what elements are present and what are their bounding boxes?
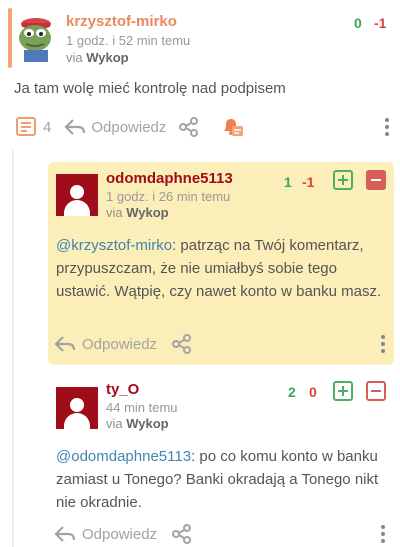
notification-bell-icon (220, 116, 244, 138)
reply-label: Odpowiedz (82, 525, 158, 543)
thread-line (12, 150, 14, 547)
comment-actions: 4 Odpowiedz (14, 116, 244, 138)
frog-avatar[interactable] (16, 14, 56, 62)
share-button[interactable] (171, 333, 193, 355)
reply-comment: odomdaphne5113 1 godz. i 26 min temu via… (48, 162, 394, 365)
reply-actions: Odpowiedz (54, 333, 193, 355)
more-dots-icon[interactable] (381, 525, 385, 546)
score-plus: 0 (354, 15, 362, 31)
reply-label: Odpowiedz (82, 335, 158, 353)
comment-text: Ja tam wolę mieć kontrolę nad podpisem (14, 80, 286, 97)
reply-actions: Odpowiedz (54, 523, 193, 545)
via-app[interactable]: Wykop (126, 416, 168, 431)
score-plus: 1 (284, 174, 292, 190)
user-avatar[interactable] (56, 174, 98, 216)
reply-author[interactable]: ty_O (106, 381, 139, 398)
share-icon (178, 116, 200, 138)
comments-count-button[interactable]: 4 (14, 116, 51, 138)
comments-count: 4 (43, 118, 52, 136)
upvote-button[interactable] (333, 381, 353, 401)
reply-author[interactable]: odomdaphne5113 (106, 170, 233, 187)
reply-arrow-icon (54, 335, 76, 353)
notification-button[interactable] (220, 116, 244, 138)
reply-via: via Wykop (106, 205, 169, 220)
downvote-button[interactable] (366, 381, 386, 401)
downvote-button[interactable] (366, 170, 386, 190)
user-avatar[interactable] (56, 387, 98, 429)
user-mention[interactable]: @odomdaphne5113 (56, 448, 191, 465)
reply-button[interactable]: Odpowiedz (64, 118, 166, 136)
reply-arrow-icon (64, 118, 86, 136)
reply-button[interactable]: Odpowiedz (54, 335, 157, 353)
reply-label: Odpowiedz (91, 118, 167, 136)
via-app[interactable]: Wykop (126, 205, 168, 220)
share-icon (171, 523, 193, 545)
upvote-button[interactable] (333, 170, 353, 190)
score-plus: 2 (288, 384, 296, 400)
main-comment: krzysztof-mirko 1 godz. i 52 min temu vi… (0, 0, 400, 150)
reply-via: via Wykop (106, 416, 169, 431)
reply-time: 44 min temu (106, 400, 178, 415)
via-app[interactable]: Wykop (86, 50, 128, 65)
user-mention[interactable]: @krzysztof-mirko (56, 237, 172, 254)
via-prefix: via (66, 50, 83, 65)
reply-comment: ty_O 44 min temu via Wykop 2 0 @odomdaph… (48, 375, 394, 547)
comment-time: 1 godz. i 52 min temu (66, 33, 191, 48)
via-prefix: via (106, 416, 123, 431)
reply-button[interactable]: Odpowiedz (54, 525, 157, 543)
reply-arrow-icon (54, 525, 76, 543)
score-minus: -1 (374, 15, 387, 31)
comment-via: via Wykop (66, 50, 129, 65)
comment-author[interactable]: krzysztof-mirko (66, 13, 177, 30)
reply-time: 1 godz. i 26 min temu (106, 189, 231, 204)
score-minus: 0 (309, 384, 317, 400)
share-button[interactable] (178, 116, 200, 138)
via-prefix: via (106, 205, 123, 220)
more-dots-icon[interactable] (385, 118, 389, 139)
comments-icon (14, 116, 38, 138)
reply-text: @krzysztof-mirko: patrząc na Twój koment… (56, 234, 388, 303)
score-minus: -1 (302, 174, 315, 190)
share-icon (171, 333, 193, 355)
reply-text: @odomdaphne5113: po co komu konto w bank… (56, 445, 388, 514)
more-dots-icon[interactable] (381, 335, 385, 356)
comment-accent-bar (8, 8, 12, 68)
share-button[interactable] (171, 523, 193, 545)
